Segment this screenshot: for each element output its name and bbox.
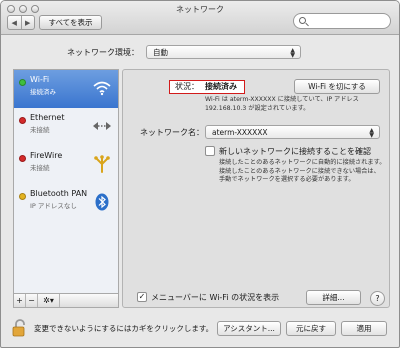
title-bar: ネットワーク ◀ ▶ すべてを表示 (1, 1, 399, 35)
popup-arrows-icon: ▲ ▼ (290, 47, 295, 59)
show-wifi-in-menubar-checkbox[interactable]: ✓ (137, 292, 147, 302)
service-list-controls: + − ✲▾ (13, 294, 119, 308)
network-preferences-window: ネットワーク ◀ ▶ すべてを表示 ネットワーク環境： 自動 ▲ ▼ Wi-Fi … (0, 0, 400, 348)
service-name: Wi-Fi (30, 75, 50, 84)
service-item-bluetooth-pan[interactable]: Bluetooth PAN IP アドレスなし (14, 184, 118, 222)
popup-arrows-icon: ▲ ▼ (369, 127, 374, 139)
gear-icon[interactable]: ✲▾ (38, 294, 60, 307)
service-status: 未接続 (30, 126, 50, 134)
ask-to-join-description: 接続したことのあるネットワークに自動的に接続されます。 接続したことのあるネット… (219, 159, 385, 185)
service-name: Ethernet (30, 113, 65, 122)
status-description-line: 192.168.10.3 が設定されています。 (205, 104, 310, 112)
show-all-button[interactable]: すべてを表示 (39, 15, 102, 30)
service-item-wifi[interactable]: Wi-Fi 接続済み (14, 70, 118, 108)
status-dot (19, 79, 26, 86)
help-button[interactable]: ? (370, 291, 385, 306)
network-name-value: aterm-XXXXXX (212, 127, 268, 137)
ask-to-join-description-line: 手動でネットワークを選択する必要があります。 (219, 176, 355, 183)
wifi-icon (92, 78, 112, 98)
status-label: 状況： (175, 82, 199, 91)
search-field[interactable] (293, 13, 391, 29)
ask-to-join-checkbox[interactable] (205, 146, 215, 156)
ask-to-join-label: 新しいネットワークに接続することを確認 (219, 147, 371, 156)
location-label: ネットワーク環境： (67, 48, 139, 57)
show-wifi-in-menubar-label: メニューバーに Wi-Fi の状況を表示 (151, 293, 280, 302)
wifi-toggle-button[interactable]: Wi-Fi を切にする (294, 79, 380, 94)
remove-service-button[interactable]: − (26, 294, 38, 307)
ask-to-join-description-line: 接続したことのあるネットワークに接続できない場合は、 (219, 167, 380, 175)
apply-button[interactable]: 適用 (341, 321, 387, 336)
service-status: 接続済み (30, 88, 56, 96)
back-icon[interactable]: ◀ (8, 16, 21, 29)
status-dot (19, 155, 26, 162)
advanced-button[interactable]: 詳細... (306, 290, 361, 305)
lock-description: 変更できないようにするにはカギをクリックします。 (34, 324, 214, 333)
location-value: 自動 (153, 47, 168, 57)
service-name: Bluetooth PAN (30, 189, 88, 198)
service-list: Wi-Fi 接続済み Ethernet 未接続 FireWire 未接続 Blu… (13, 69, 119, 294)
status-dot (19, 117, 26, 124)
ethernet-icon (92, 116, 112, 136)
back-forward-group: ◀ ▶ (7, 15, 35, 30)
ask-to-join-description-line: 接続したことのあるネットワークに自動的に接続されます。 (219, 159, 386, 166)
service-status: 未接続 (30, 164, 50, 172)
network-name-label: ネットワーク名： (140, 128, 204, 137)
status-value: 接続済み (205, 82, 237, 91)
service-item-ethernet[interactable]: Ethernet 未接続 (14, 108, 118, 146)
firewire-icon (92, 154, 112, 174)
status-dot (19, 193, 26, 200)
status-description-line: Wi-Fi は aterm-XXXXXX に接続していて、IP アドレス (205, 96, 359, 103)
revert-button[interactable]: 元に戻す (286, 321, 336, 336)
network-name-popup[interactable]: aterm-XXXXXX ▲ ▼ (205, 125, 380, 139)
location-popup[interactable]: 自動 ▲ ▼ (146, 45, 301, 59)
status-description: Wi-Fi は aterm-XXXXXX に接続していて、IP アドレス 192… (205, 96, 359, 113)
assistant-button[interactable]: アシスタント... (217, 321, 281, 336)
search-icon (299, 17, 306, 24)
lock-icon[interactable] (11, 319, 29, 337)
bluetooth-icon (92, 192, 112, 212)
service-status: IP アドレスなし (30, 202, 77, 210)
service-item-firewire[interactable]: FireWire 未接続 (14, 146, 118, 184)
add-service-button[interactable]: + (14, 294, 26, 307)
service-name: FireWire (30, 151, 63, 160)
forward-icon[interactable]: ▶ (20, 16, 35, 29)
